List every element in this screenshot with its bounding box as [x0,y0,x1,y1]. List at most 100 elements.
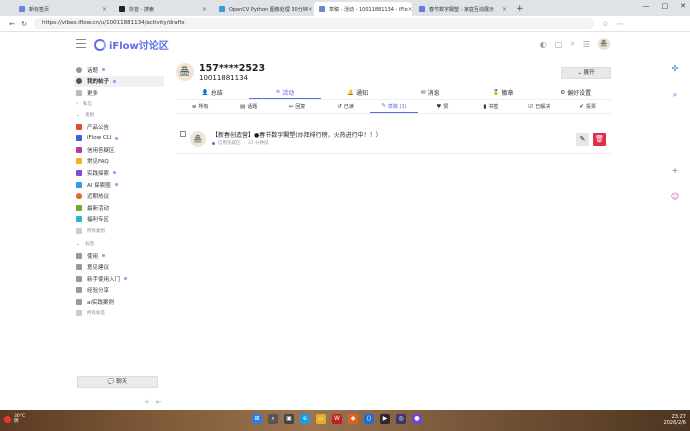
tab-favicon-icon [119,6,125,12]
filter-topics[interactable]: ▤ 话题 [224,100,272,113]
extensions-icon[interactable]: ⋯ [616,20,623,28]
menu-grid-icon[interactable]: ☰ [583,40,590,49]
filter-bookmarks[interactable]: ▮ 书签 [467,100,515,113]
pencil-icon: ✎ [579,135,586,143]
app-icon[interactable]: W [332,414,342,424]
chat-icon[interactable]: ▢ [555,40,563,49]
category-item[interactable]: 常见FAQ [74,156,164,168]
new-tab-icon[interactable]: + [516,2,524,16]
tab-badges[interactable]: 🏅 徽章 [467,86,540,99]
browser-tab[interactable]: 新标签页 × [14,2,112,16]
close-window-icon[interactable]: ✕ [680,2,686,10]
tab-activity[interactable]: ≋ 活动 [248,86,322,99]
theme-toggle-icon[interactable]: ◐ [540,40,547,49]
draft-select-checkbox[interactable] [180,131,186,137]
close-icon[interactable]: × [202,6,207,13]
filter-all[interactable]: ≡ 所有 [176,100,224,113]
expand-button[interactable]: ⌄ 展开 [561,67,611,79]
browser-tab[interactable]: 抖音 - 搜索 × [114,2,212,16]
sidebar-item-topics[interactable]: 话题 [74,64,164,76]
sidebar-item-more[interactable]: 更多 [74,87,164,99]
all-tags-link[interactable]: 所有标签 [74,308,164,320]
category-item[interactable]: 近期热议 [74,190,164,202]
filter-read[interactable]: ↺ 已读 [321,100,369,113]
add-sidebar-icon[interactable]: + [670,166,680,176]
add-icon[interactable]: + [144,398,150,406]
category-item[interactable]: 福利专区 [74,214,164,226]
category-item[interactable]: 最新活动 [74,202,164,214]
filter-solved[interactable]: ☑ 已解决 [515,100,563,113]
copilot-icon[interactable]: ✣ [670,64,680,74]
tag-icon [76,252,82,259]
tag-item[interactable]: 使用 [74,250,164,262]
star-icon[interactable]: ☆ [602,20,608,28]
category-item[interactable]: 产品公告 [74,121,164,133]
delete-draft-button[interactable]: 🗑 [593,133,606,146]
vote-icon: ✔ [579,103,585,110]
tag-item[interactable]: 经验分享 [74,285,164,297]
tag-item[interactable]: 意见建议 [74,261,164,273]
file-explorer-icon[interactable]: ▭ [316,414,326,424]
search-icon[interactable]: ⌕ [268,414,278,424]
category-item[interactable]: 实践探索 [74,167,164,179]
tag-item[interactable]: 新手使用入门 [74,273,164,285]
filter-drafts[interactable]: ✎ 草稿 (1) [369,100,419,113]
tab-notifications[interactable]: 🔔 通知 [321,86,394,99]
section-categories[interactable]: ⌄ 类别 [74,110,164,121]
vscode-icon[interactable]: ⟨⟩ [364,414,374,424]
collapse-icon[interactable]: ⇤ [156,398,162,406]
tab-messages[interactable]: ✉ 消息 [394,86,467,99]
url-input[interactable]: https://vibex.iflow.cn/u/10011881134/act… [34,18,594,29]
tab-favicon-icon [219,6,225,12]
category-item[interactable]: 信用答疑区 [74,144,164,156]
close-icon[interactable]: × [502,6,507,13]
tab-preferences[interactable]: ⚙ 偏好设置 [539,86,612,99]
filter-replies[interactable]: ↩ 回复 [273,100,321,113]
app-icon[interactable]: ▶ [380,414,390,424]
windows-start-icon[interactable]: ⊞ [252,414,262,424]
app-icon[interactable]: ◎ [396,414,406,424]
filter-likes[interactable]: ♥ 赞 [418,100,466,113]
all-categories-link[interactable]: 所有类别 [74,225,164,237]
minimize-icon[interactable]: — [643,2,650,10]
weather-widget[interactable]: 30°C 阴 [4,414,25,424]
tag-item[interactable]: ai实践案例 [74,296,164,308]
browser-tab[interactable]: 春节数字閣塑 - 家庭互动展示 × [414,2,512,16]
user-avatar[interactable]: 🏯 [598,38,610,50]
site-logo[interactable]: iFlow讨论区 [94,37,169,52]
close-icon[interactable]: × [408,6,412,13]
task-view-icon[interactable]: ▣ [284,414,294,424]
filter-votes[interactable]: ✔ 投票 [564,100,612,113]
edge-icon[interactable]: e [300,414,310,424]
browser-tab-active[interactable]: 草稿 - 活动 - 10011881134 - iFlo × [314,2,412,16]
maximize-icon[interactable]: □ [662,2,669,10]
section-private[interactable]: › 私信 [74,99,164,110]
close-icon[interactable]: × [308,6,312,13]
category-item[interactable]: iFlow CLI [74,132,164,144]
draft-title[interactable]: 【新春创造营】●春节数字閣塑(炒拜排行榜，火热进行中！！） [212,130,382,139]
search-sidebar-icon[interactable]: ⌕ [670,90,680,100]
back-icon[interactable]: ← [6,20,18,28]
topic-icon: ▤ [240,103,246,110]
category-item[interactable]: AI 探索圈 [74,179,164,191]
activity-filter-tabs: ≡ 所有 ▤ 话题 ↩ 回复 ↺ 已读 ✎ 草稿 (1) ♥ 赞 ▮ 书签 ☑ 已解决 ✔ 投票 [176,100,612,114]
hamburger-menu-icon[interactable] [76,39,86,48]
browser-tab[interactable]: OpenCV Python 图像处理 30分钟 × [214,2,312,16]
tag-icon [76,298,82,305]
close-icon[interactable]: × [102,6,107,13]
sidebar-item-my-posts[interactable]: 我的帖子 [74,75,164,88]
section-tags[interactable]: ⌄ 标签 [74,239,164,250]
feedback-icon[interactable]: ☺ [670,192,680,202]
app-icon[interactable]: ◆ [348,414,358,424]
unread-dot [124,277,128,281]
draft-item: 🏯 【新春创造营】●春节数字閣塑(炒拜排行榜，火热进行中！！） 信用答疑区 · … [176,126,612,154]
refresh-icon[interactable]: ↻ [18,20,30,28]
sidebar-footer: + ⇤ [144,398,162,406]
chat-button[interactable]: 💬 聊天 [77,376,158,388]
tab-summary[interactable]: 👤 总结 [176,86,249,99]
chevron-down-icon: ⌄ [76,112,81,119]
search-icon[interactable]: ⌕ [570,39,574,49]
app-icon[interactable]: ● [412,414,422,424]
edit-draft-button[interactable]: ✎ [576,133,589,146]
system-clock[interactable]: 23:27 2026/2/6 [664,414,686,426]
